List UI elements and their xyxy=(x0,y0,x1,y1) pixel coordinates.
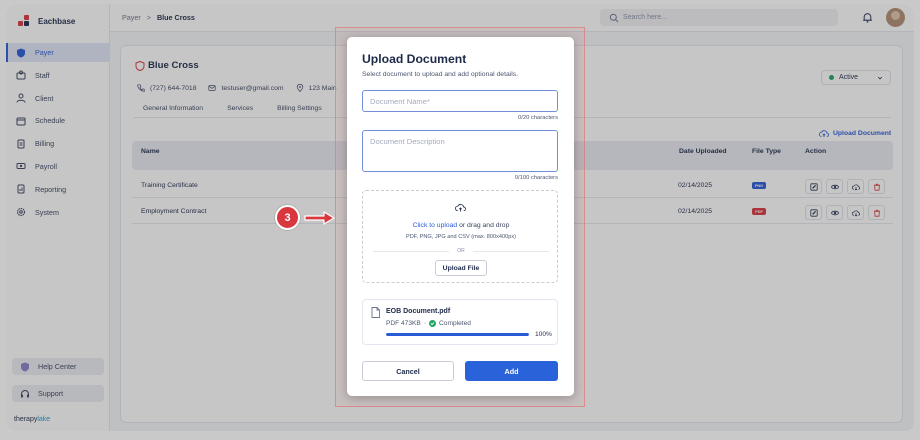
document-description-counter: 0/100 characters xyxy=(514,175,558,181)
upload-progress-label: 100% xyxy=(535,331,552,338)
uploaded-file-size: PDF 473KB xyxy=(386,320,421,327)
upload-document-modal: Upload Document Select document to uploa… xyxy=(347,37,574,396)
or-divider: OR xyxy=(373,247,549,255)
modal-title: Upload Document xyxy=(362,52,467,66)
upload-progress-fill xyxy=(386,333,529,336)
arrow-right-icon xyxy=(304,211,335,225)
or-label: OR xyxy=(457,248,465,254)
click-to-upload-link[interactable]: Click to upload xyxy=(413,222,458,229)
modal-subtitle: Select document to upload and add option… xyxy=(362,71,519,78)
step-marker-badge: 3 xyxy=(275,205,300,230)
meta-separator: · xyxy=(423,320,427,327)
drop-zone-text: Click to upload or drag and drop xyxy=(363,222,559,229)
uploaded-file-meta: PDF 473KB · Completed xyxy=(386,320,471,327)
upload-progress-bar xyxy=(386,333,529,336)
cancel-button[interactable]: Cancel xyxy=(362,361,454,381)
upload-file-button[interactable]: Upload File xyxy=(435,260,487,276)
cloud-upload-icon xyxy=(455,204,466,212)
file-drop-zone[interactable]: Click to upload or drag and drop PDF, PN… xyxy=(362,190,558,283)
uploaded-file-status: Completed xyxy=(439,320,471,327)
document-name-input[interactable] xyxy=(362,90,558,112)
check-circle-icon xyxy=(429,320,437,327)
uploaded-file-name: EOB Document.pdf xyxy=(386,308,451,315)
file-icon xyxy=(371,307,380,318)
add-button[interactable]: Add xyxy=(465,361,558,381)
drop-zone-formats: PDF, PNG, JPG and CSV (max. 800x400px) xyxy=(405,234,517,240)
drop-zone-suffix: or drag and drop xyxy=(457,222,510,229)
uploaded-file-item: EOB Document.pdf PDF 473KB · Completed 1… xyxy=(362,299,558,345)
document-name-counter: 0/20 characters xyxy=(518,115,558,121)
document-description-input[interactable] xyxy=(362,130,558,172)
